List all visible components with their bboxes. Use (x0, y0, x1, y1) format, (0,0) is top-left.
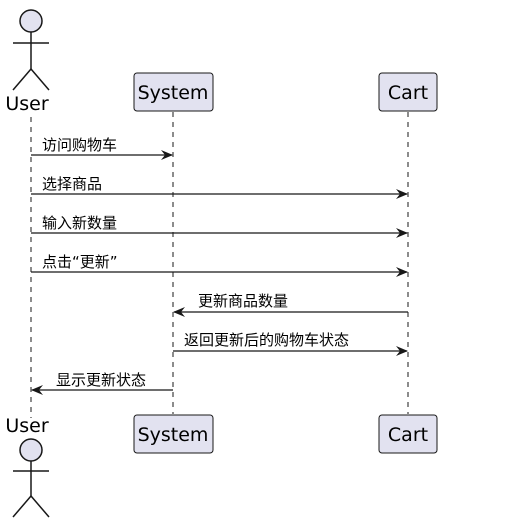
participant-cart-top: Cart (378, 72, 438, 112)
message-7: 显示更新状态 (31, 371, 173, 395)
message-label: 访问购物车 (42, 136, 117, 154)
actor-user-bottom: User (5, 415, 50, 518)
participant-system-label-top: System (138, 82, 209, 104)
participant-cart-label-top: Cart (388, 82, 428, 104)
message-5: 更新商品数量 (173, 292, 408, 317)
sequence-diagram: User System Cart 访问购物车 选择商品 输入新数量 点击“更新”… (5, 9, 438, 518)
message-label: 返回更新后的购物车状态 (184, 331, 349, 349)
actor-user-top: User (5, 9, 50, 115)
actor-user-label-top: User (5, 93, 48, 115)
message-label: 更新商品数量 (198, 292, 288, 310)
actor-user-label-bottom: User (5, 415, 48, 437)
actor-stick-figure-icon (12, 438, 50, 518)
message-4: 点击“更新” (31, 253, 408, 277)
message-1: 访问购物车 (31, 136, 173, 160)
participant-system-top: System (133, 72, 214, 112)
message-label: 点击“更新” (42, 253, 118, 271)
actor-stick-figure-icon (12, 9, 50, 91)
participant-cart-bottom: Cart (378, 414, 438, 454)
participant-cart-label-bottom: Cart (388, 424, 428, 446)
message-2: 选择商品 (31, 175, 408, 199)
participant-system-label-bottom: System (138, 424, 209, 446)
message-label: 选择商品 (42, 175, 102, 193)
message-label: 显示更新状态 (56, 371, 146, 389)
message-label: 输入新数量 (42, 214, 117, 232)
message-3: 输入新数量 (31, 214, 408, 238)
message-6: 返回更新后的购物车状态 (173, 331, 408, 356)
participant-system-bottom: System (133, 414, 214, 454)
